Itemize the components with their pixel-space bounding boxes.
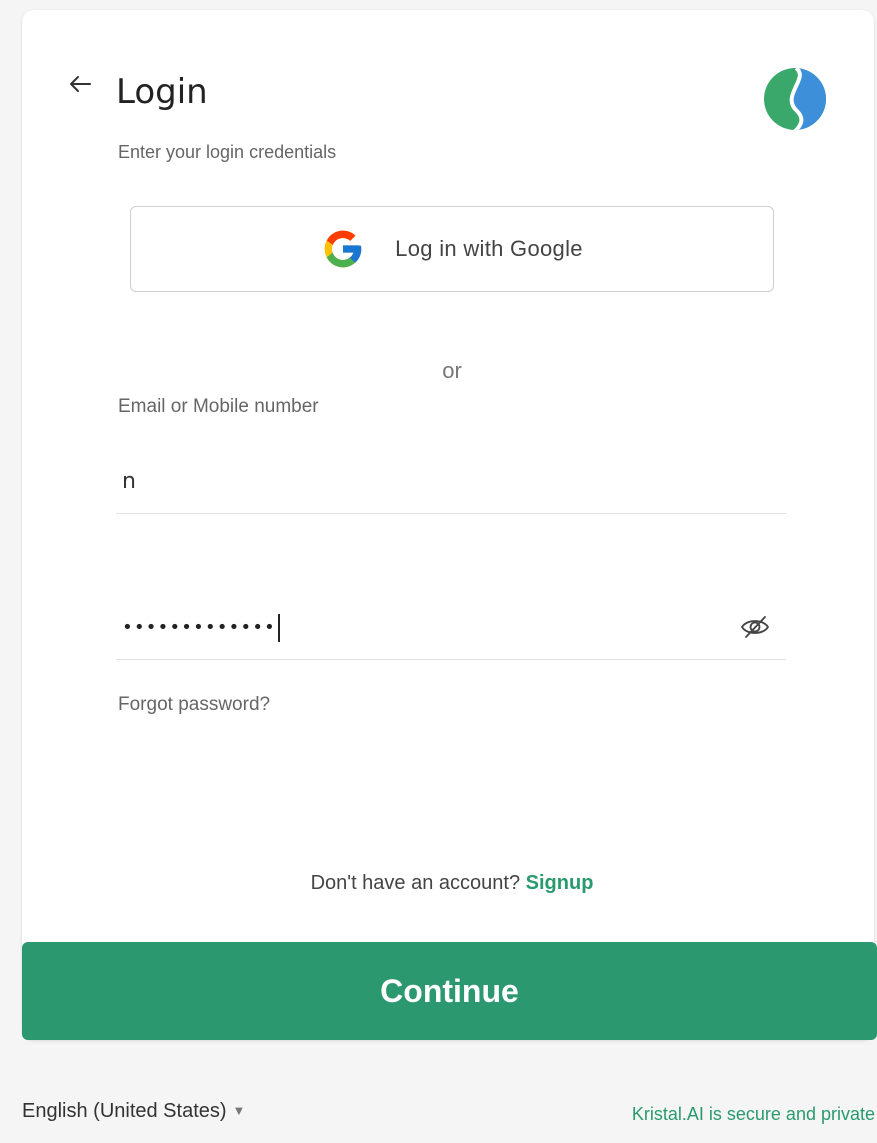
caret-down-icon: ▼ xyxy=(232,1103,246,1118)
login-card: Login Enter your login credentials Log i… xyxy=(22,10,874,1040)
kristal-logo xyxy=(764,68,826,130)
continue-button[interactable]: Continue xyxy=(22,942,877,1040)
page-title: Login xyxy=(116,72,208,112)
signup-link[interactable]: Signup xyxy=(526,872,594,894)
text-cursor xyxy=(277,613,280,642)
google-login-button[interactable]: Log in with Google xyxy=(130,206,774,292)
signup-prompt: Don't have an account? Signup xyxy=(22,872,874,895)
forgot-password-link[interactable]: Forgot password? xyxy=(118,694,270,716)
language-label: English (United States) xyxy=(22,1100,227,1122)
language-select[interactable]: English (United States) ▼ xyxy=(22,1100,245,1123)
email-field[interactable] xyxy=(116,450,786,514)
email-field-label: Email or Mobile number xyxy=(118,396,319,417)
page-subtitle: Enter your login credentials xyxy=(118,142,337,162)
no-account-text: Don't have an account? xyxy=(310,872,521,894)
back-arrow-icon[interactable] xyxy=(66,70,94,98)
eye-slash-icon[interactable] xyxy=(740,614,770,640)
or-divider: or xyxy=(442,358,462,383)
password-field[interactable]: ••••••••••••• xyxy=(116,596,786,660)
google-icon xyxy=(324,230,362,268)
google-login-label: Log in with Google xyxy=(395,236,583,261)
password-value: ••••••••••••• xyxy=(122,617,276,638)
security-note: Kristal.AI is secure and private xyxy=(631,1104,875,1124)
login-page: Login Enter your login credentials Log i… xyxy=(0,0,877,1143)
